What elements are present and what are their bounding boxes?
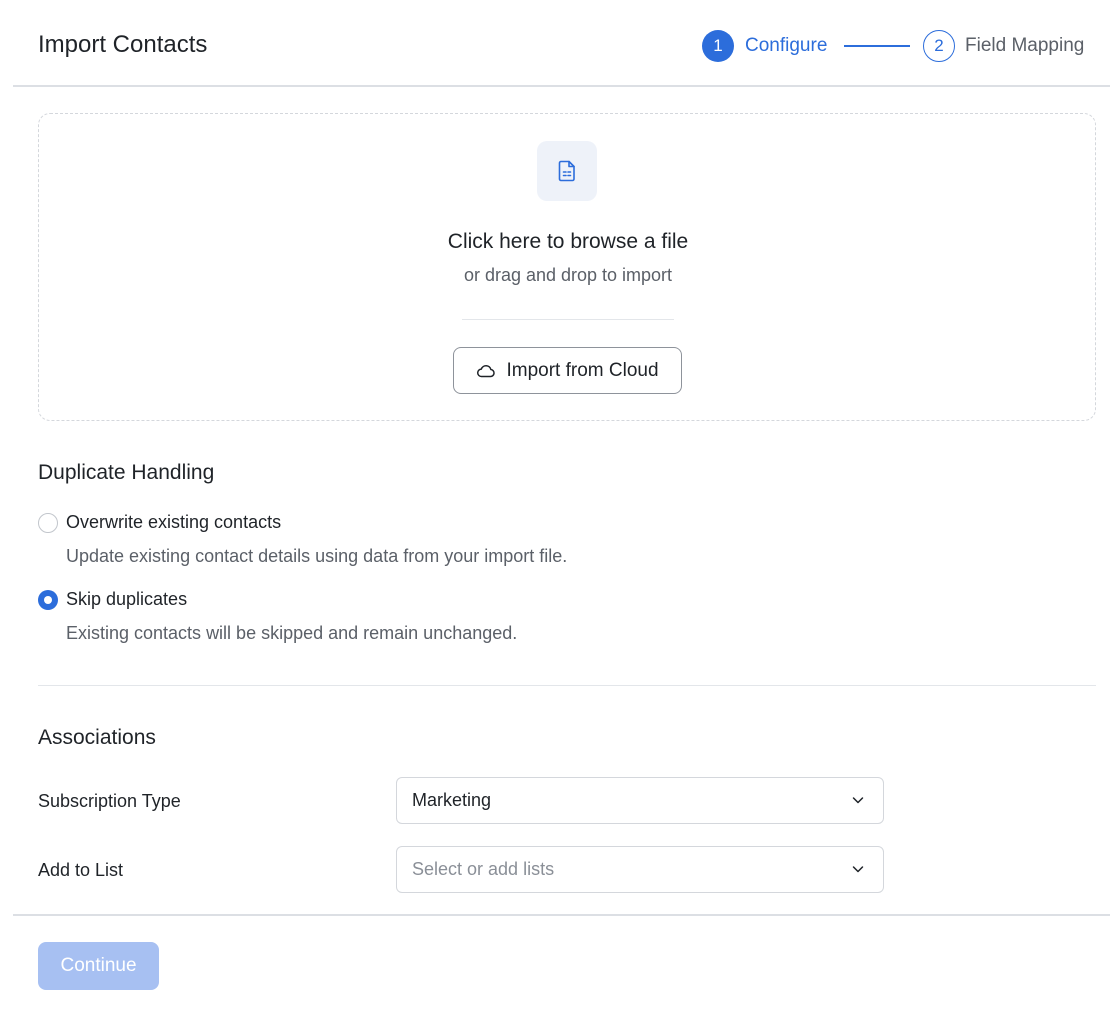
browse-file-link[interactable]: Click here to browse a file xyxy=(39,230,1097,254)
radio-selected-dot xyxy=(44,596,52,604)
import-from-cloud-label: Import from Cloud xyxy=(506,359,659,381)
add-to-list-placeholder: Select or add lists xyxy=(412,859,555,879)
overwrite-option-description: Update existing contact details using da… xyxy=(66,546,568,566)
subscription-type-label: Subscription Type xyxy=(38,791,181,811)
skip-duplicates-option-description: Existing contacts will be skipped and re… xyxy=(66,623,518,643)
import-from-cloud-button[interactable]: Import from Cloud xyxy=(453,347,682,394)
step-1-label: Configure xyxy=(745,35,828,56)
subscription-type-value: Marketing xyxy=(412,790,492,810)
step-1-number: 1 xyxy=(702,30,734,62)
step-2-label: Field Mapping xyxy=(965,35,1085,56)
overwrite-option-label[interactable]: Overwrite existing contacts xyxy=(66,512,281,533)
step-connector xyxy=(844,45,910,47)
file-spreadsheet-icon xyxy=(537,141,597,201)
continue-button[interactable]: Continue xyxy=(38,942,159,990)
header-divider xyxy=(13,85,1110,87)
subscription-type-select[interactable]: Marketing xyxy=(396,777,884,824)
step-2-number: 2 xyxy=(923,30,955,62)
add-to-list-label: Add to List xyxy=(38,860,124,880)
skip-duplicates-option-label[interactable]: Skip duplicates xyxy=(66,589,187,610)
page-title: Import Contacts xyxy=(38,31,208,58)
duplicate-handling-title: Duplicate Handling xyxy=(38,461,215,484)
footer-divider xyxy=(13,914,1110,916)
chevron-down-icon xyxy=(851,862,865,881)
chevron-down-icon xyxy=(851,793,865,812)
dropzone-divider xyxy=(462,319,674,320)
add-to-list-select[interactable]: Select or add lists xyxy=(396,846,884,893)
section-divider xyxy=(38,685,1096,686)
drag-drop-hint: or drag and drop to import xyxy=(463,265,673,285)
cloud-icon xyxy=(476,363,496,379)
header: Import Contacts 1 Configure 2 Field Mapp… xyxy=(0,0,1120,86)
skip-duplicates-radio[interactable] xyxy=(38,590,58,610)
file-dropzone[interactable]: Click here to browse a file or drag and … xyxy=(38,113,1096,421)
associations-title: Associations xyxy=(38,726,156,749)
overwrite-radio[interactable] xyxy=(38,513,58,533)
